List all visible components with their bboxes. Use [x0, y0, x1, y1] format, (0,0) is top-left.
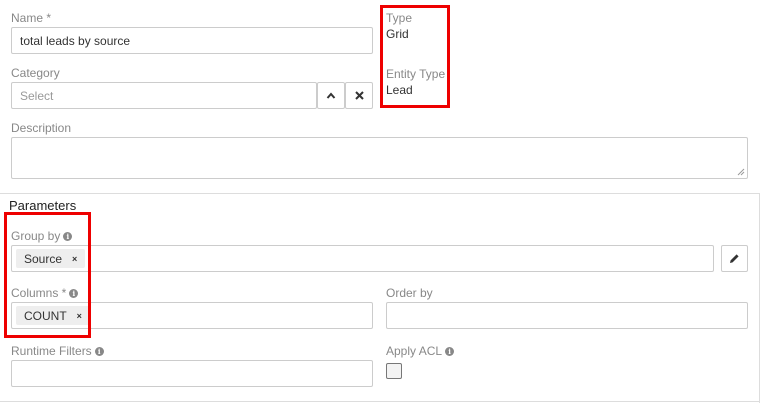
name-label: Name * [11, 11, 52, 25]
description-label: Description [11, 121, 72, 135]
category-clear-button[interactable] [345, 82, 373, 109]
category-collapse-button[interactable] [317, 82, 345, 109]
parameters-title: Parameters [9, 198, 77, 213]
runtime-filters-field[interactable] [11, 360, 373, 387]
runtime-filters-label: Runtime Filters i [11, 344, 104, 358]
chevron-up-icon [326, 91, 336, 99]
group-by-edit-button[interactable] [721, 245, 748, 272]
info-icon[interactable]: i [94, 347, 104, 356]
name-field[interactable]: total leads by source [11, 27, 373, 54]
section-bottom-border [0, 401, 760, 402]
category-select[interactable]: Select [11, 82, 317, 109]
resize-grip-icon[interactable] [737, 168, 745, 176]
apply-acl-label: Apply ACL i [386, 344, 455, 358]
apply-acl-checkbox[interactable] [386, 363, 402, 379]
highlight-box-type [380, 5, 450, 108]
description-textarea[interactable] [11, 137, 748, 179]
highlight-box-groupby-columns [4, 212, 91, 338]
pencil-icon [730, 254, 739, 263]
close-icon [354, 91, 364, 100]
category-label: Category [11, 66, 60, 80]
category-placeholder: Select [20, 89, 54, 103]
order-by-label: Order by [386, 286, 433, 300]
order-by-field[interactable] [386, 302, 748, 329]
section-divider [0, 193, 760, 194]
info-icon[interactable]: i [445, 347, 455, 356]
name-value: total leads by source [20, 34, 131, 48]
group-by-field[interactable]: Source × [11, 245, 714, 272]
